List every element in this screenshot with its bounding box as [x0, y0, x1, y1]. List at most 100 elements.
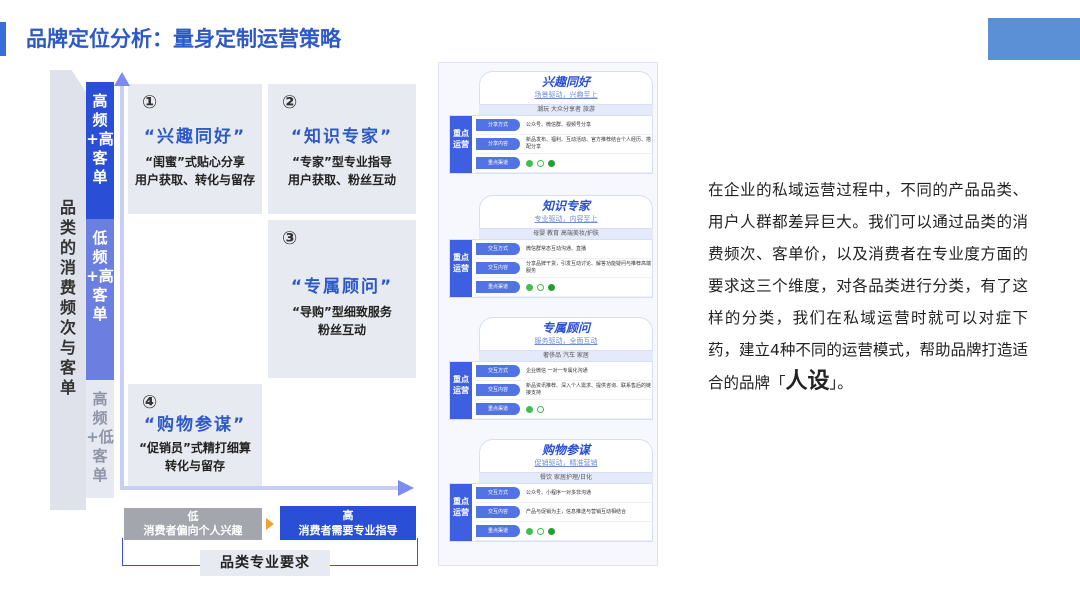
side-label-low-freq-high-price: 低频+高客单	[86, 219, 114, 380]
card-row: 交互方式 公众号、小程序一对多非沟通	[476, 484, 652, 503]
card-row: 交互内容 产品与促销为主，信息推送与营销互动相结合	[476, 503, 652, 522]
card-side-label: 重点运营	[450, 362, 472, 419]
x-axis-arrow-icon	[398, 480, 414, 496]
x-low-bottom: 消费者偏向个人兴趣	[143, 524, 243, 537]
cell-desc-line2: 用户获取、转化与留存	[134, 173, 255, 187]
x-low-label: 低 消费者偏向个人兴趣	[124, 508, 262, 540]
card-header: 兴趣同好 场景驱动，兴趣至上	[479, 71, 653, 105]
y-axis-label: 品类的消费频次与客单	[59, 198, 76, 397]
row-label: 分享方式	[476, 119, 520, 131]
x-axis-label: 品类专业要求	[200, 550, 330, 576]
card-body: 重点运营 分享方式 公众号、微信群、视频号分享 分享内容 新品发布、福利、互动活…	[449, 115, 653, 174]
y-axis-line	[120, 80, 124, 490]
y-axis-arrow-icon	[114, 72, 130, 86]
card-category-band: 餐饮 家居护理/日化	[479, 473, 653, 483]
row-label: 重点渠道	[476, 157, 520, 169]
cell-desc-line1: “专家”型专业指导	[292, 155, 392, 169]
channel-icons	[520, 405, 544, 413]
mini-program-icon	[548, 159, 555, 167]
row-label: 交互内容	[476, 506, 520, 518]
matrix-cell-interest: ① “兴趣同好” “闺蜜”式贴心分享 用户获取、转化与留存	[128, 84, 262, 214]
arrow-right-icon	[266, 518, 274, 530]
card-category-band: 潮玩 大众分享者 旅游	[479, 105, 653, 115]
paragraph-text: 在企业的私域运营过程中，不同的产品品类、用户人群都差异巨大。我们可以通过品类的消…	[708, 181, 1028, 392]
wechat-icon	[526, 283, 533, 291]
card-row: 分享方式 公众号、微信群、视频号分享	[476, 116, 652, 135]
card-subtitle: 促销驱动，精准营销	[534, 459, 598, 467]
row-label: 交互方式	[476, 487, 520, 499]
row-value: 公众号、小程序一对多非沟通	[526, 489, 592, 496]
card-row: 重点渠道	[476, 278, 652, 297]
moments-icon	[537, 405, 544, 413]
cell-name: “知识专家”	[290, 127, 394, 147]
row-value: 分享品牌干货，引发互动讨论、解答功能疑问与推荐高端服务	[526, 261, 652, 274]
cell-number: ②	[282, 92, 298, 113]
card-body: 重点运营 交互方式 微信群常态互动沟通、直播 交互内容 分享品牌干货，引发互动讨…	[449, 239, 653, 298]
row-value: 公众号、微信群、视频号分享	[526, 121, 592, 128]
row-label: 交互方式	[476, 243, 520, 255]
x-axis-line	[120, 486, 400, 490]
page-title: 品牌定位分析：量身定制运营策略	[26, 27, 341, 51]
card-title: 购物参谋	[541, 443, 590, 457]
card-row: 重点渠道	[476, 522, 652, 541]
card-row: 交互方式 企业微信 一对一专属化沟通	[476, 362, 652, 381]
card-side-label: 重点运营	[450, 240, 472, 297]
paragraph-emphasis: 人设	[785, 369, 830, 394]
card-title: 知识专家	[541, 199, 590, 213]
card-title: 专属顾问	[541, 321, 590, 335]
matrix-cell-advisor: ③ “专属顾问” “导购”型细致服务 粉丝互动	[268, 220, 416, 378]
cell-desc-line1: “闺蜜”式贴心分享	[145, 155, 245, 169]
side-label-high-freq-low-price: 高频+低客单	[86, 380, 114, 498]
cell-desc-line2: 转化与留存	[164, 459, 225, 473]
row-label: 重点渠道	[476, 281, 520, 293]
card-title: 兴趣同好	[541, 75, 590, 89]
matrix-cell-shopping: ④ “购物参谋” “促销员”式精打细算 转化与留存	[128, 384, 262, 490]
row-label: 分享内容	[476, 138, 520, 150]
card-subtitle: 专业驱动，内容至上	[534, 215, 598, 223]
card-subtitle: 场景驱动，兴趣至上	[534, 91, 598, 99]
wechat-icon	[526, 527, 533, 535]
moments-icon	[537, 159, 544, 167]
card-side-label: 重点运营	[450, 116, 472, 173]
card-subtitle: 服务驱动，全面互动	[534, 337, 598, 345]
corner-decoration	[988, 18, 1080, 60]
strategy-cards-panel: 兴趣同好 场景驱动，兴趣至上 潮玩 大众分享者 旅游 重点运营 分享方式 公众号…	[438, 62, 658, 566]
card-header: 知识专家 专业驱动，内容至上	[479, 195, 653, 229]
cell-desc-line1: “促销员”式精打细算	[139, 441, 251, 455]
row-label: 重点渠道	[476, 525, 520, 537]
channel-icons	[520, 159, 555, 167]
strategy-card-advisor: 专属顾问 服务驱动，全面互动 奢侈品 汽车 家居 重点运营 交互方式 企业微信 …	[449, 317, 653, 420]
description-paragraph: 在企业的私域运营过程中，不同的产品品类、用户人群都差异巨大。我们可以通过品类的消…	[708, 174, 1028, 399]
card-body: 重点运营 交互方式 企业微信 一对一专属化沟通 交互内容 新品资讯推荐、深入个人…	[449, 361, 653, 420]
row-value: 产品与促销为主，信息推送与营销互动相结合	[526, 508, 627, 515]
strategy-card-expert: 知识专家 专业驱动，内容至上 母婴 教育 高端美妆/护肤 重点运营 交互方式 微…	[449, 195, 653, 298]
cell-name: “购物参谋”	[143, 415, 247, 435]
card-header: 专属顾问 服务驱动，全面互动	[479, 317, 653, 351]
cell-number: ③	[282, 228, 298, 249]
row-label: 交互方式	[476, 365, 520, 377]
mini-program-icon	[548, 527, 555, 535]
cell-number: ①	[142, 92, 158, 113]
moments-icon	[537, 283, 544, 291]
x-high-label: 高 消费者需要专业指导	[280, 506, 416, 540]
matrix-cell-expert: ② “知识专家” “专家”型专业指导 用户获取、粉丝互动	[268, 84, 416, 214]
cell-desc-line2: 用户获取、粉丝互动	[287, 173, 396, 187]
card-side-label: 重点运营	[450, 484, 472, 541]
row-value: 企业微信 一对一专属化沟通	[526, 367, 588, 374]
card-body: 重点运营 交互方式 公众号、小程序一对多非沟通 交互内容 产品与促销为主，信息推…	[449, 483, 653, 542]
cell-number: ④	[142, 392, 158, 413]
card-row: 重点渠道	[476, 400, 652, 419]
card-header: 购物参谋 促销驱动，精准营销	[479, 439, 653, 473]
wechat-icon	[526, 159, 533, 167]
paragraph-tail: 」。	[829, 374, 853, 392]
cell-name: “兴趣同好”	[143, 127, 247, 147]
card-row: 交互方式 微信群常态互动沟通、直播	[476, 240, 652, 259]
row-value: 微信群常态互动沟通、直播	[526, 245, 587, 252]
strategy-card-interest: 兴趣同好 场景驱动，兴趣至上 潮玩 大众分享者 旅游 重点运营 分享方式 公众号…	[449, 71, 653, 174]
row-label: 交互内容	[476, 262, 520, 274]
positioning-matrix: 品类的消费频次与客单 高频+高客单 低频+高客单 高频+低客单 ① “兴趣同好”…	[50, 70, 430, 578]
card-category-band: 母婴 教育 高端美妆/护肤	[479, 229, 653, 239]
channel-icons	[520, 527, 555, 535]
card-row: 交互内容 分享品牌干货，引发互动讨论、解答功能疑问与推荐高端服务	[476, 259, 652, 278]
side-label-high-freq-high-price: 高频+高客单	[86, 82, 114, 219]
